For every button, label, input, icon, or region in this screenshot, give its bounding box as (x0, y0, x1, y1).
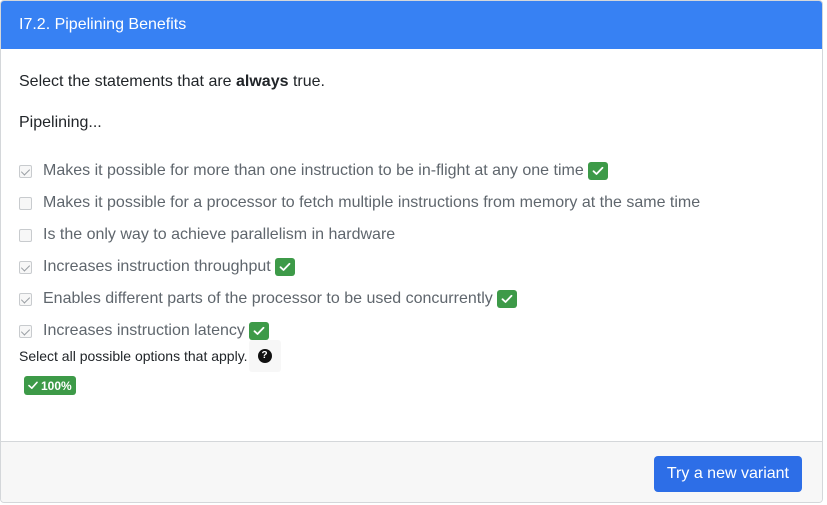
option-label: Increases instruction throughput (43, 258, 271, 275)
correct-check-icon (248, 322, 269, 340)
correct-check-icon (496, 290, 517, 308)
help-button[interactable]: ? (248, 340, 281, 372)
option-checkbox[interactable] (19, 196, 32, 210)
question-lead: Pipelining... (19, 114, 102, 131)
option-label: Is the only way to achieve parallelism i… (43, 226, 396, 243)
option-checkbox[interactable] (19, 292, 32, 306)
instruction-suffix: true. (288, 73, 325, 90)
hint-row: Select all possible options that apply. … (19, 340, 281, 372)
option-item[interactable]: Makes it possible for more than one inst… (19, 155, 812, 187)
option-item[interactable]: Is the only way to achieve parallelism i… (19, 219, 812, 251)
options-list: Makes it possible for more than one inst… (19, 155, 812, 347)
card-header: I7.2. Pipelining Benefits (1, 1, 822, 49)
card-body: Select the statements that are always tr… (1, 49, 822, 441)
option-label: Increases instruction latency (43, 322, 245, 339)
question-card: I7.2. Pipelining Benefits Select the sta… (0, 0, 823, 503)
score-text: 100% (41, 378, 72, 393)
score-check-icon (28, 381, 38, 389)
option-checkbox[interactable] (19, 324, 32, 338)
question-instructions: Select the statements that are always tr… (19, 73, 325, 91)
correct-check-icon (587, 162, 608, 180)
option-label: Makes it possible for a processor to fet… (43, 194, 701, 211)
score-badge: 100% (24, 376, 76, 395)
correct-check-icon (274, 258, 295, 276)
option-item[interactable]: Increases instruction throughput (19, 251, 812, 283)
option-checkbox[interactable] (19, 164, 32, 178)
instruction-emphasis: always (236, 73, 289, 90)
question-mark-icon: ? (257, 349, 272, 363)
try-new-variant-button[interactable]: Try a new variant (653, 456, 802, 492)
option-checkbox[interactable] (19, 260, 32, 274)
instruction-prefix: Select the statements that are (19, 73, 237, 90)
question-title: I7.2. Pipelining Benefits (19, 16, 187, 33)
hint-text: Select all possible options that apply. (19, 348, 248, 364)
option-label: Makes it possible for more than one inst… (43, 162, 584, 179)
option-item[interactable]: Enables different parts of the processor… (19, 283, 812, 315)
option-item[interactable]: Makes it possible for a processor to fet… (19, 187, 812, 219)
card-footer: Try a new variant (1, 441, 822, 502)
option-checkbox[interactable] (19, 228, 32, 242)
option-label: Enables different parts of the processor… (43, 290, 493, 307)
